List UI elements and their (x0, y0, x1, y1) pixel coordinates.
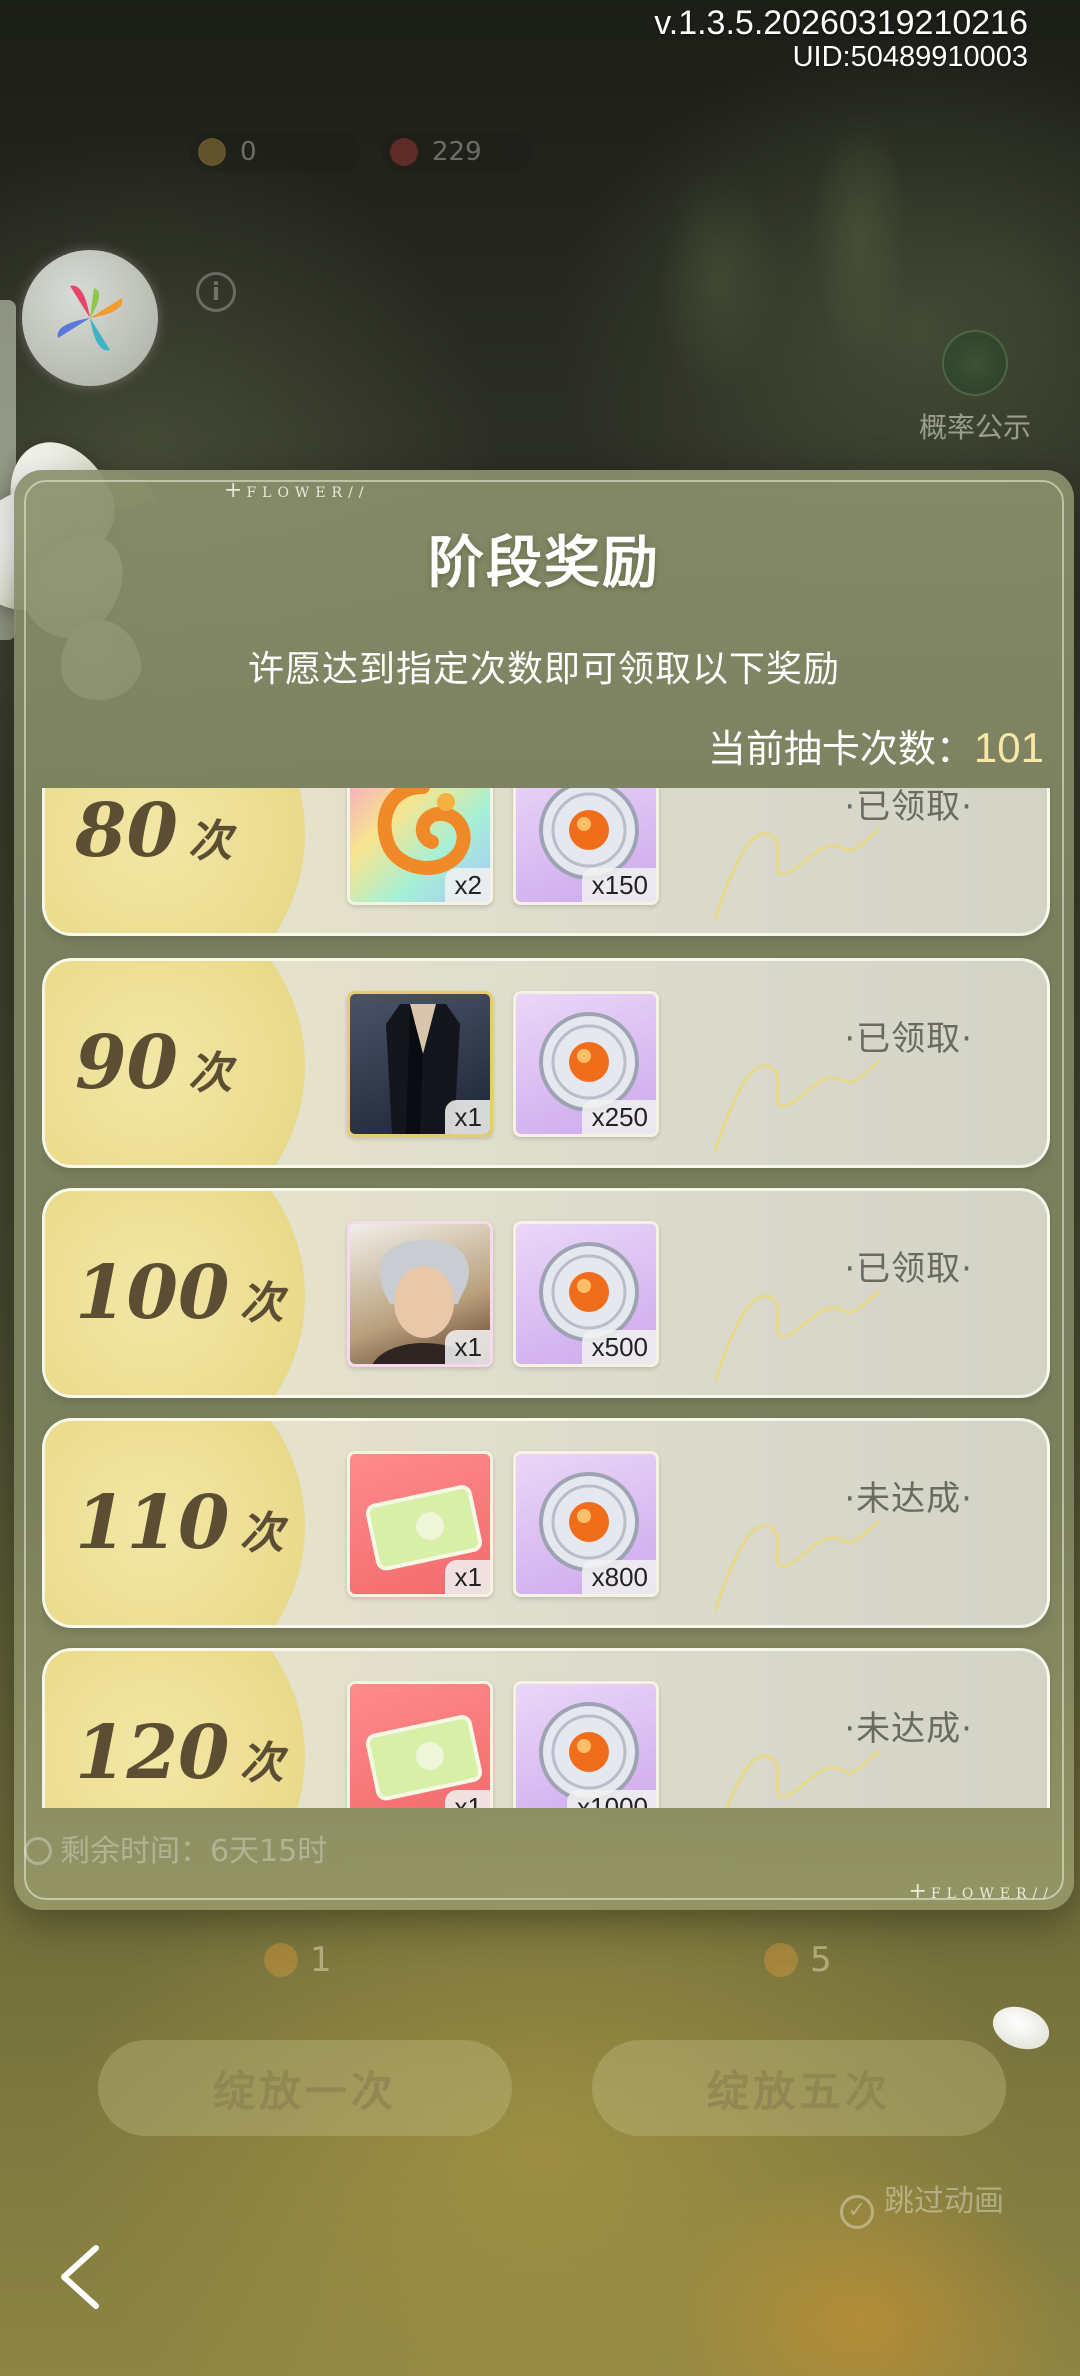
pinwheel-icon (57, 285, 123, 351)
gem-icon (390, 138, 418, 166)
currency-pill-coins: 0 (190, 132, 360, 172)
panel-subtitle: 许愿达到指定次数即可领取以下奖励 (247, 649, 840, 690)
stage-row[interactable]: 110 次 x1 x800 ·未达成· (42, 1418, 1050, 1628)
stage-row[interactable]: 80 次 x2 x150 ·已领取· (42, 788, 1050, 936)
claim-status: ·已领取· (844, 1019, 973, 1059)
reward-item[interactable]: x1 (347, 1681, 493, 1808)
claim-status: ·未达成· (844, 1479, 973, 1519)
draw-count-value: 101 (973, 724, 1044, 771)
reward-quantity: x1 (444, 1560, 490, 1594)
reward-quantity: x150 (581, 868, 656, 902)
stage-label: 90 次 (75, 1020, 232, 1106)
clock-icon (24, 1837, 52, 1865)
user-id: UID:50489910003 (792, 40, 1028, 73)
info-icon: i (196, 272, 236, 312)
stage-row[interactable]: 90 次 x1 x250 ·已领取· (42, 958, 1050, 1168)
remaining-time: 剩余时间：6天15时 (24, 1826, 327, 1870)
reward-item[interactable]: x2 (347, 788, 493, 905)
reward-item[interactable]: x1 (347, 991, 493, 1137)
reward-quantity: x1 (444, 1790, 490, 1808)
stage-rewards-panel: + FLOWER// + FLOWER// 阶段奖励 许愿达到指定次数即可领取以下奖… (14, 470, 1074, 1910)
reward-quantity: x1000 (567, 1790, 656, 1808)
version-build: v.1.3.5.20260319210216 (654, 4, 1028, 42)
reward-quantity: x500 (581, 1330, 656, 1364)
probability-icon (942, 330, 1008, 396)
skip-animation-toggle[interactable]: ✓ 跳过动画 (840, 2176, 1004, 2229)
reward-item[interactable]: x500 (513, 1221, 659, 1367)
cost-single: 1 (264, 1940, 332, 1980)
stage-reward-list[interactable]: 80 次 x2 x150 ·已领取· 90 次 x1 x250 ·已领取· 10… (42, 788, 1052, 1808)
version-info: v.1.3.5.20260319210216 UID:50489910003 (654, 4, 1028, 73)
coin-icon (198, 138, 226, 166)
stage-label: 80 次 (75, 788, 232, 874)
claim-status: ·未达成· (844, 1709, 973, 1749)
draw-count-label: 当前抽卡次数： (707, 727, 974, 771)
coin-icon (264, 1943, 298, 1977)
bloom-once-button[interactable]: 绽放一次 (98, 2040, 512, 2136)
stage-label: 110 次 (75, 1480, 284, 1566)
reward-quantity: x250 (581, 1100, 656, 1134)
stage-row[interactable]: 120 次 x1 x1000 ·未达成· (42, 1648, 1050, 1808)
reward-item[interactable]: x1 (347, 1221, 493, 1367)
reward-item[interactable]: x250 (513, 991, 659, 1137)
reward-item[interactable]: x150 (513, 788, 659, 905)
reward-item[interactable]: x1 (347, 1451, 493, 1597)
claim-status: ·已领取· (844, 1249, 973, 1289)
probability-label: 概率公示 (918, 411, 1031, 444)
reward-item[interactable]: x800 (513, 1451, 659, 1597)
claim-status: ·已领取· (844, 788, 973, 827)
back-arrow-icon (61, 2245, 99, 2309)
currency-value: 0 (240, 137, 257, 167)
currency-pill-gems: 229 (382, 132, 532, 172)
check-icon: ✓ (840, 2195, 874, 2229)
panel-title: 阶段奖励 (428, 531, 660, 596)
cost-five: 5 (764, 1940, 832, 1980)
stage-label: 120 次 (75, 1710, 284, 1796)
reward-quantity: x1 (444, 1330, 490, 1364)
draw-count: 当前抽卡次数：101 (708, 718, 1044, 773)
coin-icon (764, 1943, 798, 1977)
currency-value: 229 (432, 137, 482, 167)
reward-quantity: x800 (581, 1560, 656, 1594)
reward-quantity: x1 (444, 1100, 490, 1134)
flower-tag-top: + FLOWER// (224, 478, 370, 503)
flower-tag-bottom: + FLOWER// (908, 1879, 1054, 1904)
back-button[interactable] (52, 2240, 112, 2314)
bloom-five-button[interactable]: 绽放五次 (592, 2040, 1006, 2136)
probability-button: 概率公示 (910, 330, 1040, 446)
app-logo[interactable] (22, 250, 158, 386)
stage-row[interactable]: 100 次 x1 x500 ·已领取· (42, 1188, 1050, 1398)
reward-item[interactable]: x1000 (513, 1681, 659, 1808)
reward-quantity: x2 (444, 868, 490, 902)
stage-label: 100 次 (75, 1250, 284, 1336)
